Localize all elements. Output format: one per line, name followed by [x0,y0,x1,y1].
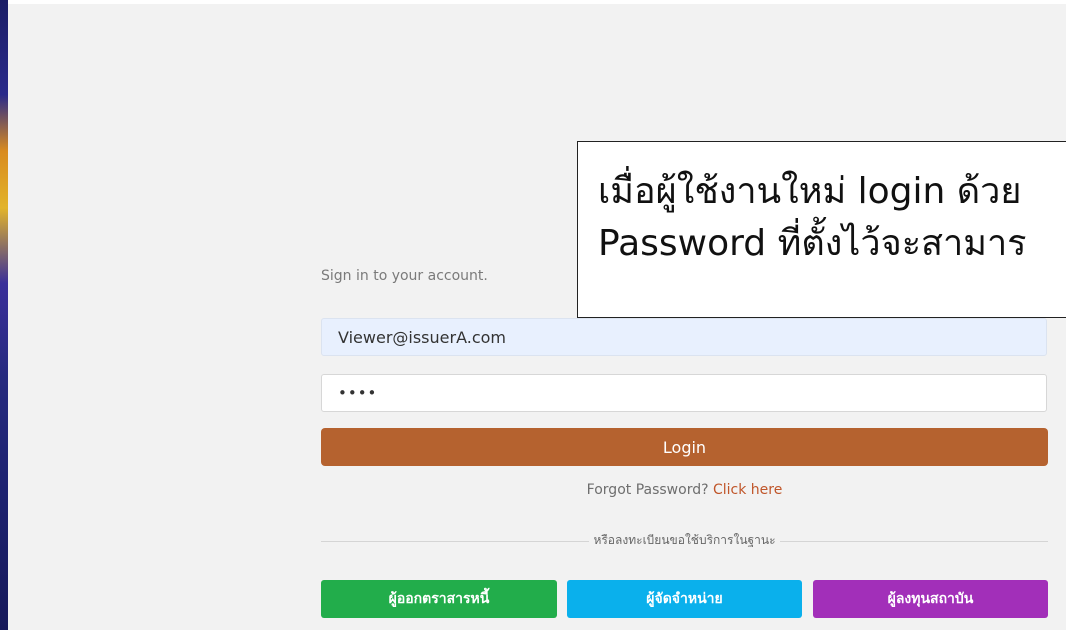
callout-line-1: เมื่อผู้ใช้งานใหม่ login ด้วย [598,171,1022,212]
left-decorative-strip [0,0,8,630]
sign-in-subtitle: Sign in to your account. [321,268,488,284]
click-here-link[interactable]: Click here [713,482,782,498]
email-field[interactable]: Viewer@issuerA.com [321,318,1047,356]
email-value: Viewer@issuerA.com [338,327,506,347]
login-button[interactable]: Login [321,428,1048,466]
register-issuer-button[interactable]: ผู้ออกตราสารหนี้ [321,580,557,618]
forgot-password-row: Forgot Password? Click here [321,482,1048,498]
password-field[interactable]: •••• [321,374,1047,412]
register-distributor-button[interactable]: ผู้จัดจำหน่าย [567,580,802,618]
instruction-callout: เมื่อผู้ใช้งานใหม่ login ด้วย Password ท… [577,141,1066,318]
register-investor-button[interactable]: ผู้ลงทุนสถาบัน [813,580,1048,618]
callout-line-2: Password ที่ตั้งไว้จะสามาร [598,223,1027,264]
register-divider-text: หรือลงทะเบียนขอใช้บริการในฐานะ [589,533,780,547]
forgot-password-text: Forgot Password? [586,482,709,498]
register-divider: หรือลงทะเบียนขอใช้บริการในฐานะ [321,531,1048,550]
password-masked-value: •••• [338,384,378,402]
